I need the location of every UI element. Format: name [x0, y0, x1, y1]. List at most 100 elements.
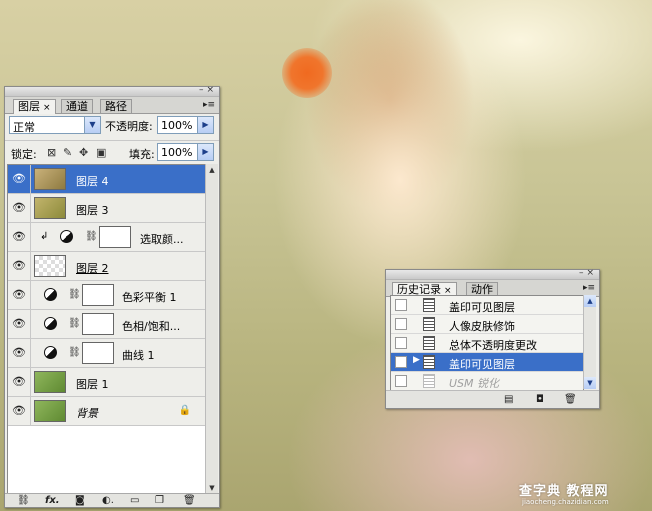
history-state-icon: [423, 336, 435, 350]
visibility-eye-icon[interactable]: 👁: [8, 310, 31, 338]
mask-icon[interactable]: ◙: [75, 494, 85, 507]
layer-row[interactable]: 👁 图层 2: [8, 252, 205, 281]
history-item-label: 盖印可见图层: [449, 358, 515, 371]
visibility-eye-icon[interactable]: 👁: [8, 223, 31, 251]
lock-all-icon[interactable]: ▣: [96, 146, 106, 159]
arrow-right-icon[interactable]: ▶: [197, 144, 213, 160]
adjustment-icon[interactable]: ◐.: [102, 494, 114, 507]
visibility-eye-icon[interactable]: 👁: [8, 194, 31, 222]
folder-icon[interactable]: ▭: [130, 494, 139, 507]
history-item[interactable]: 人像皮肤修饰: [391, 315, 583, 334]
adjustment-layer-icon: [44, 346, 57, 359]
trash-icon[interactable]: 🗑: [564, 391, 577, 408]
watermark-url: jiaocheng.chazidian.com: [522, 498, 609, 506]
scroll-down-icon[interactable]: ▼: [584, 377, 596, 389]
history-item[interactable]: USM 锐化: [391, 372, 583, 390]
arrow-right-icon[interactable]: ▶: [197, 117, 213, 133]
layer-row[interactable]: 👁 ⛓ 色彩平衡 1: [8, 281, 205, 310]
fx-icon[interactable]: fx.: [45, 494, 60, 507]
history-snapshot-checkbox[interactable]: [395, 318, 407, 330]
tab-channels[interactable]: 通道: [61, 99, 93, 113]
lock-brush-icon[interactable]: ✎: [63, 146, 72, 159]
scroll-up-icon[interactable]: ▲: [206, 164, 218, 176]
lock-label: 锁定:: [11, 148, 37, 161]
tab-paths[interactable]: 路径: [100, 99, 132, 113]
layer-name: 曲线 1: [122, 349, 155, 362]
visibility-eye-icon[interactable]: 👁: [8, 397, 31, 425]
panel-menu-icon[interactable]: ▸≡: [583, 283, 595, 293]
blend-mode-select[interactable]: 正常 ▼: [9, 116, 101, 134]
lock-fill-row: 锁定: ⊠ ✎ ✥ ▣ 填充: 100% ▶: [5, 140, 219, 167]
flower-in-hair: [282, 48, 332, 98]
layers-panel-titlebar[interactable]: –×: [5, 85, 219, 97]
layer-row[interactable]: 👁 图层 3: [8, 194, 205, 223]
history-snapshot-checkbox[interactable]: [395, 375, 407, 387]
layer-name: 图层 2: [76, 262, 109, 275]
layer-mask-thumbnail: [82, 284, 114, 306]
layer-mask-thumbnail: [99, 226, 131, 248]
tab-actions[interactable]: 动作: [466, 282, 498, 296]
lock-move-icon[interactable]: ✥: [79, 146, 88, 159]
chain-link-icon[interactable]: ⛓: [68, 347, 81, 358]
lock-transparent-icon[interactable]: ⊠: [47, 146, 56, 159]
visibility-eye-icon[interactable]: 👁: [8, 165, 31, 193]
chain-link-icon[interactable]: ⛓: [68, 289, 81, 300]
visibility-eye-icon[interactable]: 👁: [8, 281, 31, 309]
panel-window-buttons[interactable]: –×: [199, 85, 217, 95]
adjustment-layer-icon: [44, 317, 57, 330]
tab-paths-label: 路径: [105, 100, 127, 113]
history-state-marker-icon[interactable]: ▶: [413, 355, 420, 365]
new-document-icon[interactable]: ▤: [504, 391, 513, 408]
layer-row[interactable]: 👁 图层 4: [8, 165, 205, 194]
opacity-value: 100%: [161, 119, 193, 132]
layer-row[interactable]: 👁 背景 🔒: [8, 397, 205, 426]
adjustment-layer-icon: [60, 230, 73, 243]
layer-row[interactable]: 👁 ↲ ⛓ 选取颜...: [8, 223, 205, 252]
history-item[interactable]: 盖印可见图层: [391, 296, 583, 315]
fill-label: 填充:: [129, 148, 155, 161]
history-snapshot-checkbox[interactable]: [395, 299, 407, 311]
history-snapshot-checkbox[interactable]: [395, 337, 407, 349]
layer-thumbnail: [34, 168, 66, 190]
layer-mask-thumbnail: [82, 342, 114, 364]
layers-scrollbar[interactable]: ▲ ▼: [205, 164, 218, 494]
layer-row[interactable]: 👁 ⛓ 色相/饱和...: [8, 310, 205, 339]
camera-icon[interactable]: ◘: [536, 391, 544, 408]
visibility-eye-icon[interactable]: 👁: [8, 368, 31, 396]
watermark-logo: 查字典 教程网: [519, 484, 609, 499]
trash-icon[interactable]: 🗑: [183, 494, 196, 507]
history-scrollbar[interactable]: ▲ ▼: [583, 295, 596, 389]
scroll-up-icon[interactable]: ▲: [584, 295, 596, 307]
opacity-input[interactable]: 100% ▶: [157, 116, 214, 134]
layer-thumbnail: [34, 400, 66, 422]
history-item[interactable]: 总体不透明度更改: [391, 334, 583, 353]
history-state-icon: [423, 374, 435, 388]
history-item-label: 总体不透明度更改: [449, 339, 537, 352]
history-panel-titlebar[interactable]: –×: [386, 268, 599, 280]
layer-thumbnail: [34, 197, 66, 219]
history-item[interactable]: ▶ 盖印可见图层: [391, 353, 583, 372]
tab-layers[interactable]: 图层 ×: [13, 99, 56, 114]
chain-link-icon[interactable]: ⛓: [68, 318, 81, 329]
visibility-eye-icon[interactable]: 👁: [8, 252, 31, 280]
history-snapshot-checkbox[interactable]: [395, 356, 407, 368]
link-icon[interactable]: ⛓: [17, 494, 30, 507]
tab-layers-label: 图层: [18, 100, 40, 113]
layer-row[interactable]: 👁 图层 1: [8, 368, 205, 397]
layer-list: 👁 图层 4 👁 图层 3 👁 ↲ ⛓ 选取颜... 👁 图层 2 👁 ⛓ 色彩…: [7, 164, 206, 496]
close-tab-icon[interactable]: ×: [43, 103, 51, 113]
chevron-down-icon[interactable]: ▼: [84, 117, 100, 133]
tab-channels-label: 通道: [66, 100, 88, 113]
fill-input[interactable]: 100% ▶: [157, 143, 214, 161]
panel-window-buttons[interactable]: –×: [579, 268, 597, 278]
panel-menu-icon[interactable]: ▸≡: [203, 100, 215, 110]
layer-name: 图层 4: [76, 175, 109, 188]
new-layer-icon[interactable]: ❐: [155, 494, 164, 507]
history-state-icon: [423, 355, 435, 369]
layer-row[interactable]: 👁 ⛓ 曲线 1: [8, 339, 205, 368]
history-panel: –× 历史记录× 动作 ▸≡ 盖印可见图层 人像皮肤修饰 总体不透明度更改 ▶: [385, 268, 600, 409]
visibility-eye-icon[interactable]: 👁: [8, 339, 31, 367]
chain-link-icon[interactable]: ⛓: [85, 231, 98, 242]
layer-thumbnail: [34, 255, 66, 277]
blend-mode-value: 正常: [13, 121, 35, 134]
